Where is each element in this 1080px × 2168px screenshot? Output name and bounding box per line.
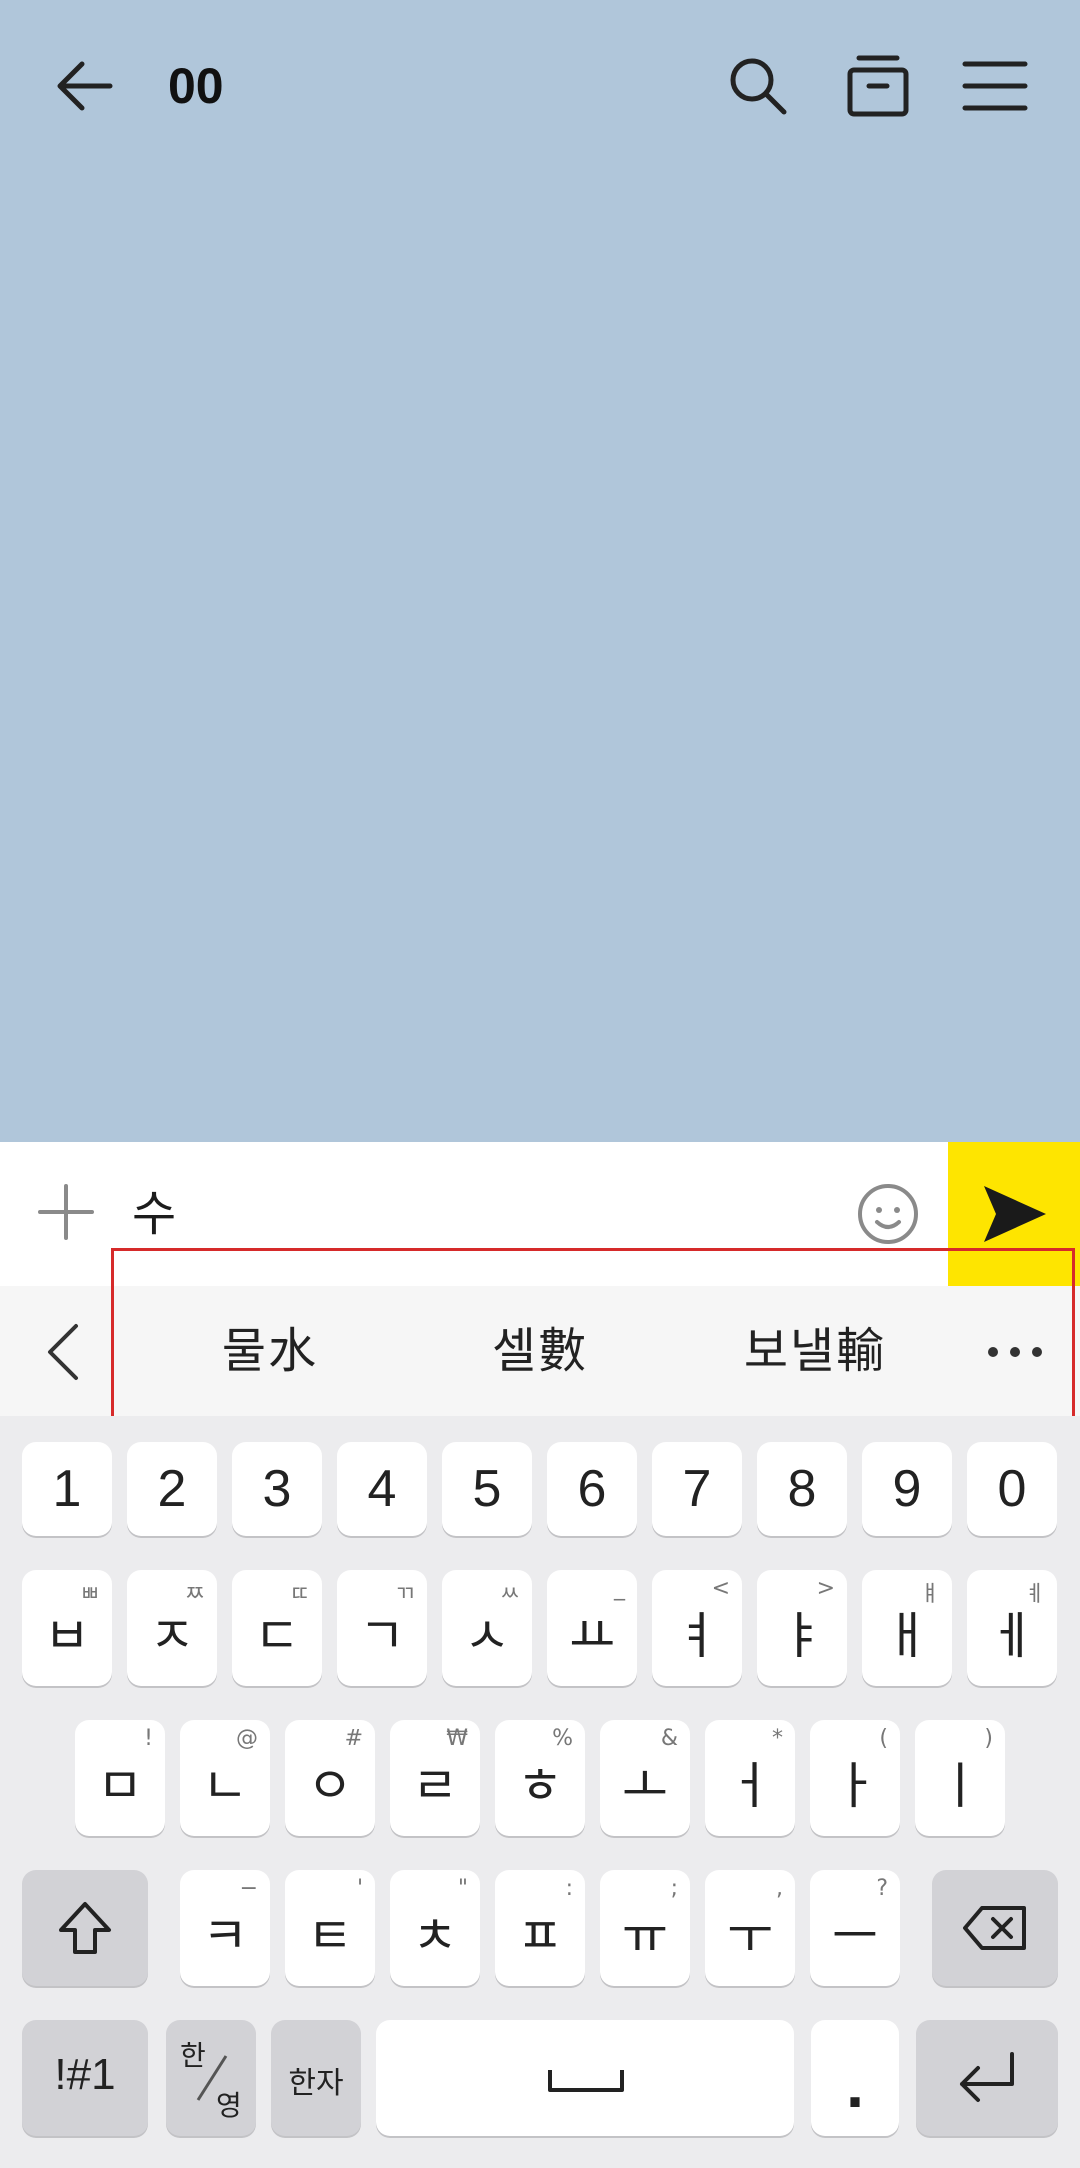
key-bieup[interactable]: ㅃㅂ (22, 1570, 112, 1686)
key-0[interactable]: 0 (967, 1442, 1057, 1536)
key-hieut[interactable]: % ㅎ (495, 1720, 585, 1836)
key-ae[interactable]: ㅒㅐ (862, 1570, 952, 1686)
key-2[interactable]: 2 (127, 1442, 217, 1536)
chat-title: 00 (168, 58, 224, 114)
key-giyeok[interactable]: ㄲㄱ (337, 1570, 427, 1686)
key-9[interactable]: 9 (862, 1442, 952, 1536)
shift-icon (59, 1902, 111, 1954)
emoji-icon[interactable] (856, 1182, 920, 1246)
key-eu[interactable]: ? ㅡ (810, 1870, 900, 1986)
back-arrow-icon[interactable] (52, 54, 116, 118)
suggestion-item[interactable]: 셀數 (430, 1306, 650, 1396)
message-input-bar: 수 (0, 1142, 1080, 1286)
key-i[interactable]: ) ㅣ (915, 1720, 1005, 1836)
suggestion-item[interactable]: 보낼輸 (700, 1306, 930, 1396)
key-6[interactable]: 6 (547, 1442, 637, 1536)
key-nieun[interactable]: @ ㄴ (180, 1720, 270, 1836)
key-1[interactable]: 1 (22, 1442, 112, 1536)
key-yeo[interactable]: < ㅕ (652, 1570, 742, 1686)
message-input[interactable]: 수 (132, 1170, 832, 1258)
key-a[interactable]: (ㅏ (810, 1720, 900, 1836)
key-8[interactable]: 8 (757, 1442, 847, 1536)
key-o[interactable]: & ㅗ (600, 1720, 690, 1836)
key-ya[interactable]: > ㅑ (757, 1570, 847, 1686)
chevron-left-icon[interactable] (38, 1322, 90, 1382)
suggestion-item[interactable]: 물水 (160, 1306, 380, 1396)
more-dots-icon[interactable] (985, 1322, 1045, 1382)
key-7[interactable]: 7 (652, 1442, 742, 1536)
key-4[interactable]: 4 (337, 1442, 427, 1536)
period-key[interactable]: . (811, 2020, 899, 2136)
enter-key[interactable] (916, 2020, 1058, 2136)
symbols-key[interactable]: !#1 (22, 2020, 148, 2136)
space-key[interactable] (376, 2020, 794, 2136)
search-icon[interactable] (726, 54, 790, 118)
key-ieung[interactable]: # ㅇ (285, 1720, 375, 1836)
key-pieup[interactable]: :ㅍ (495, 1870, 585, 1986)
key-u[interactable]: ,ㅜ (705, 1870, 795, 1986)
key-mieum[interactable]: ! ㅁ (75, 1720, 165, 1836)
backspace-icon (963, 1906, 1026, 1950)
language-toggle-key[interactable]: 한 영 (166, 2020, 256, 2136)
backspace-key[interactable] (932, 1870, 1058, 1986)
key-3[interactable]: 3 (232, 1442, 322, 1536)
hanja-suggestion-bar: 물水 셀數 보낼輸 (0, 1286, 1080, 1416)
hanja-key[interactable]: 한자 (271, 2020, 361, 2136)
plus-icon[interactable] (36, 1182, 96, 1242)
key-e[interactable]: ㅖㅔ (967, 1570, 1057, 1686)
enter-icon (960, 2052, 1014, 2102)
key-rieul[interactable]: ₩ ㄹ (390, 1720, 480, 1836)
key-siot[interactable]: ㅆㅅ (442, 1570, 532, 1686)
key-yu[interactable]: ; ㅠ (600, 1870, 690, 1986)
key-jieut[interactable]: ㅉㅈ (127, 1570, 217, 1686)
space-icon (548, 2070, 624, 2092)
send-icon (984, 1186, 1046, 1242)
send-button[interactable] (948, 1142, 1080, 1286)
shift-key[interactable] (22, 1870, 148, 1986)
keyboard: 1 2 3 4 5 6 7 8 9 0 ㅃㅂ ㅉㅈ ㄸㄷ ㄲㄱ ㅆㅅ _ ㅛ < ㅕ… (0, 1416, 1080, 2168)
key-digeut[interactable]: ㄸㄷ (232, 1570, 322, 1686)
archive-box-icon[interactable] (845, 52, 911, 118)
key-tieut[interactable]: ' ㅌ (285, 1870, 375, 1986)
key-5[interactable]: 5 (442, 1442, 532, 1536)
key-kieuk[interactable]: − ㅋ (180, 1870, 270, 1986)
chat-message-area[interactable] (0, 170, 1080, 1142)
menu-icon[interactable] (962, 54, 1028, 118)
key-chieut[interactable]: " ㅊ (390, 1870, 480, 1986)
key-yo[interactable]: _ ㅛ (547, 1570, 637, 1686)
key-eo[interactable]: * ㅓ (705, 1720, 795, 1836)
chat-header: 00 (0, 0, 1080, 170)
